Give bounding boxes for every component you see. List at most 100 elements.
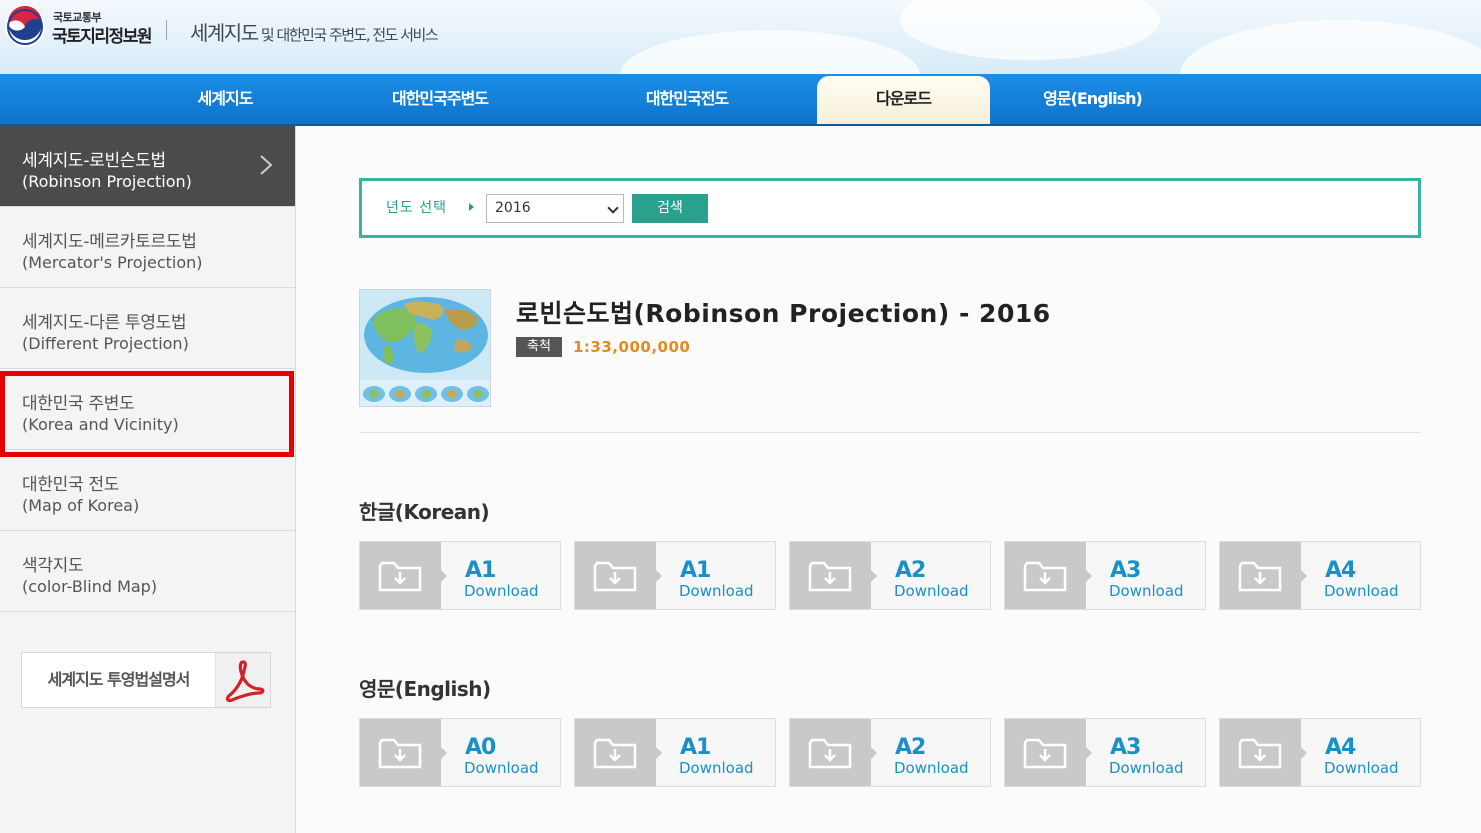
service-title: 세계지도 및 대한민국 주변도, 전도 서비스 xyxy=(190,17,439,46)
paper-size-letter: A xyxy=(1325,735,1342,760)
highlight-box xyxy=(0,371,294,457)
chevron-right-icon xyxy=(260,155,273,175)
download-korean-a4-button[interactable]: A4 Download xyxy=(1219,541,1421,610)
download-korean-a1-button[interactable]: A1 Download xyxy=(574,541,776,610)
nav-korea-vicinity[interactable]: 대한민국주변도 xyxy=(360,74,520,124)
scale-badge: 축척 xyxy=(516,337,562,357)
service-title-rest: 및 대한민국 주변도, 전도 서비스 xyxy=(257,26,439,44)
chevron-down-icon xyxy=(607,202,619,214)
download-text: Download xyxy=(1324,759,1399,777)
download-english-a3-button[interactable]: A3 Download xyxy=(1004,718,1206,787)
map-title: 로빈슨도법(Robinson Projection) - 2016 xyxy=(516,299,1051,328)
main-nav: 세계지도 대한민국주변도 대한민국전도 다운로드 영문(English) xyxy=(0,74,1481,126)
projection-manual-pdf-button[interactable]: 세계지도 투영법설명서 xyxy=(21,652,271,708)
year-select-label: 년도 선택 xyxy=(386,200,447,216)
cloud-decoration xyxy=(620,30,920,74)
sidebar-item-sublabel: (Mercator's Projection) xyxy=(22,253,203,272)
sidebar-item-sublabel: (color-Blind Map) xyxy=(22,577,158,596)
paper-size-letter: A xyxy=(895,735,912,760)
sidebar: 세계지도-로빈슨도법 (Robinson Projection) 세계지도-메르… xyxy=(0,126,296,833)
paper-size-number: 4 xyxy=(1341,558,1356,583)
sidebar-item-robinson[interactable]: 세계지도-로빈슨도법 (Robinson Projection) xyxy=(0,126,295,207)
folder-download-icon xyxy=(593,561,637,592)
map-thumbnail[interactable] xyxy=(359,289,491,407)
download-icon-area xyxy=(360,719,447,786)
download-text: Download xyxy=(1109,759,1184,777)
download-icon-area xyxy=(1220,719,1307,786)
year-select-value: 2016 xyxy=(495,200,531,216)
folder-download-icon xyxy=(378,561,422,592)
download-icon-area xyxy=(1220,542,1307,609)
download-english-a4-button[interactable]: A4 Download xyxy=(1219,718,1421,787)
nav-english[interactable]: 영문(English) xyxy=(1020,74,1165,124)
paper-size-number: 2 xyxy=(911,735,926,760)
nav-korea-map[interactable]: 대한민국전도 xyxy=(612,74,762,124)
download-icon-area xyxy=(575,719,662,786)
download-text: Download xyxy=(464,582,539,600)
paper-size-letter: A xyxy=(1110,558,1127,583)
world-map-thumbnail-image xyxy=(360,290,490,406)
download-icon-area xyxy=(1005,719,1092,786)
year-search-box: 년도 선택 2016 검색 xyxy=(359,178,1421,238)
sidebar-item-color-blind-map[interactable]: 색각지도 (color-Blind Map) xyxy=(0,531,295,612)
search-button[interactable]: 검색 xyxy=(632,194,708,223)
sidebar-item-map-of-korea[interactable]: 대한민국 전도 (Map of Korea) xyxy=(0,450,295,531)
folder-download-icon xyxy=(378,738,422,769)
paper-size-number: 2 xyxy=(911,558,926,583)
nav-download[interactable]: 다운로드 xyxy=(817,76,990,124)
paper-size-letter: A xyxy=(680,735,697,760)
sidebar-item-sublabel: (Map of Korea) xyxy=(22,496,140,515)
paper-size-number: 3 xyxy=(1126,735,1141,760)
sidebar-item-mercator[interactable]: 세계지도-메르카토르도법 (Mercator's Projection) xyxy=(0,207,295,288)
paper-size-letter: A xyxy=(465,558,482,583)
pdf-icon xyxy=(225,660,265,703)
folder-download-icon xyxy=(1023,738,1067,769)
cloud-decoration xyxy=(900,0,1160,60)
site-header: 국토교통부 국토지리정보원 세계지도 및 대한민국 주변도, 전도 서비스 xyxy=(0,0,1481,74)
folder-download-icon xyxy=(808,561,852,592)
sidebar-item-label: 대한민국 전도 xyxy=(22,475,120,495)
download-english-a1-button[interactable]: A1 Download xyxy=(574,718,776,787)
download-english-a0-button[interactable]: A0 Download xyxy=(359,718,561,787)
paper-size-letter: A xyxy=(1325,558,1342,583)
download-text: Download xyxy=(894,582,969,600)
cloud-decoration xyxy=(1180,20,1481,74)
paper-size-letter: A xyxy=(465,735,482,760)
paper-size-number: 1 xyxy=(481,558,496,583)
download-icon-area xyxy=(790,719,877,786)
organization-name[interactable]: 국토지리정보원 xyxy=(52,22,152,47)
government-logo-icon[interactable] xyxy=(4,6,46,48)
download-korean-a3-button[interactable]: A3 Download xyxy=(1004,541,1206,610)
paper-size-number: 1 xyxy=(696,558,711,583)
download-english-a2-button[interactable]: A2 Download xyxy=(789,718,991,787)
paper-size-number: 0 xyxy=(481,735,496,760)
download-text: Download xyxy=(894,759,969,777)
nav-world-map[interactable]: 세계지도 xyxy=(160,74,290,124)
download-korean-a2-button[interactable]: A2 Download xyxy=(789,541,991,610)
download-icon-area xyxy=(790,542,877,609)
sidebar-item-sublabel: (Robinson Projection) xyxy=(22,172,192,191)
folder-download-icon xyxy=(1238,561,1282,592)
download-text: Download xyxy=(1324,582,1399,600)
paper-size-number: 1 xyxy=(696,735,711,760)
pdf-icon-container xyxy=(215,653,270,707)
content-divider xyxy=(359,432,1421,433)
paper-size-letter: A xyxy=(895,558,912,583)
folder-download-icon xyxy=(1023,561,1067,592)
sidebar-item-label: 색각지도 xyxy=(22,556,84,576)
english-section-title: 영문(English) xyxy=(359,677,491,701)
folder-download-icon xyxy=(1238,738,1282,769)
main-content: 년도 선택 2016 검색 로빈슨도법(Robinson Projection)… xyxy=(296,126,1481,833)
download-icon-area xyxy=(360,542,447,609)
pdf-button-label: 세계지도 투영법설명서 xyxy=(47,670,191,689)
sidebar-item-different-projection[interactable]: 세계지도-다른 투영도법 (Different Projection) xyxy=(0,288,295,369)
paper-size-number: 3 xyxy=(1126,558,1141,583)
sidebar-item-label: 세계지도-메르카토르도법 xyxy=(22,232,197,252)
download-icon-area xyxy=(575,542,662,609)
sidebar-item-sublabel: (Different Projection) xyxy=(22,334,189,353)
folder-download-icon xyxy=(808,738,852,769)
download-korean-a1-button[interactable]: A1 Download xyxy=(359,541,561,610)
header-separator xyxy=(166,20,167,40)
download-text: Download xyxy=(679,582,754,600)
year-select[interactable]: 2016 xyxy=(486,194,624,223)
